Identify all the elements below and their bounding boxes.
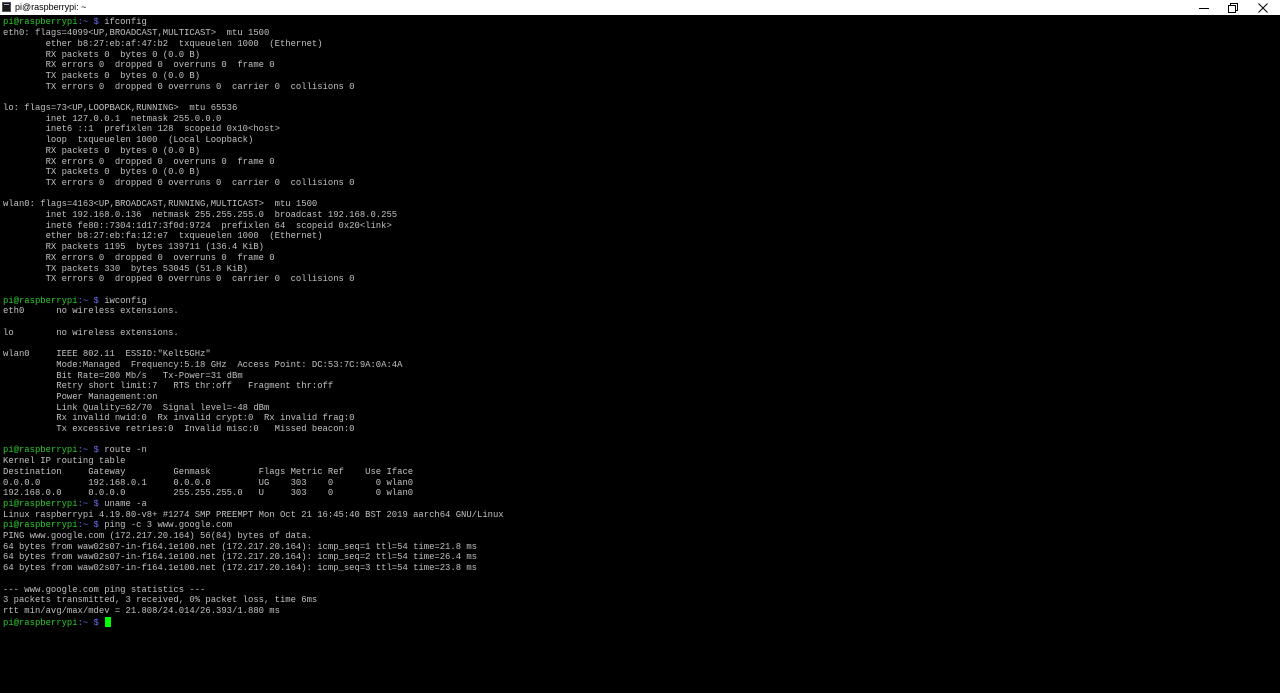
output-line: Power Management:on	[3, 391, 158, 402]
output-line: inet 192.168.0.136 netmask 255.255.255.0…	[3, 210, 398, 220]
output-line: wlan0 IEEE 802.11 ESSID:"Kelt5GHz"	[3, 349, 211, 360]
prompt-user: pi@raspberrypi	[3, 617, 78, 628]
output-line: RX packets 1195 bytes 139711 (136.4 KiB)	[3, 242, 264, 253]
prompt-path: :~ $	[77, 617, 99, 628]
prompt-line: pi@raspberrypi:~ $	[3, 616, 112, 628]
output-line: TX errors 0 dropped 0 overruns 0 carrier…	[3, 177, 355, 188]
prompt-line: pi@raspberrypi:~ $ ping -c 3 www.google.…	[3, 520, 232, 531]
output-line: Tx excessive retries:0 Invalid misc:0 Mi…	[3, 424, 355, 434]
command-text: uname -a	[98, 498, 147, 509]
output-line: 192.168.0.0 0.0.0.0 255.255.255.0 U 303 …	[3, 488, 414, 499]
output-line: TX errors 0 dropped 0 overruns 0 carrier…	[3, 81, 355, 92]
command-text	[99, 618, 104, 628]
output-line: TX packets 0 bytes 0 (0.0 B)	[3, 70, 201, 81]
output-line: loop txqueuelen 1000 (Local Loopback)	[3, 135, 254, 146]
command-text: ping -c 3 www.google.com	[98, 520, 233, 531]
command-text: iwconfig	[98, 295, 147, 306]
output-line: rtt min/avg/max/mdev = 21.808/24.014/26.…	[3, 605, 280, 616]
output-line: TX packets 330 bytes 53045 (51.8 KiB)	[3, 263, 248, 274]
output-line: RX errors 0 dropped 0 overruns 0 frame 0	[3, 60, 275, 71]
prompt-user: pi@raspberrypi	[3, 520, 78, 531]
terminal-app-icon	[2, 2, 11, 12]
prompt-path: :~ $	[77, 498, 99, 509]
output-line: PING www.google.com (172.217.20.164) 56(…	[3, 531, 312, 541]
prompt-user: pi@raspberrypi	[3, 17, 78, 28]
output-line: ether b8:27:eb:af:47:b2 txqueuelen 1000 …	[3, 38, 323, 49]
prompt-user: pi@raspberrypi	[3, 445, 78, 456]
output-line: Link Quality=62/70 Signal level=-48 dBm	[3, 402, 270, 413]
output-line: Destination Gateway Genmask Flags Metric…	[3, 466, 414, 477]
prompt-user: pi@raspberrypi	[3, 498, 78, 509]
window-titlebar[interactable]: pi@raspberrypi: ~	[0, 0, 1280, 15]
output-line: lo: flags=73<UP,LOOPBACK,RUNNING> mtu 65…	[3, 103, 238, 113]
prompt-line: pi@raspberrypi:~ $ uname -a	[3, 499, 147, 510]
command-text: route -n	[98, 445, 147, 456]
output-line: 64 bytes from waw02s07-in-f164.1e100.net…	[3, 563, 478, 574]
prompt-line: pi@raspberrypi:~ $ ifconfig	[3, 17, 147, 28]
output-line: Retry short limit:7 RTS thr:off Fragment…	[3, 381, 334, 392]
prompt-path: :~ $	[77, 17, 99, 28]
prompt-path: :~ $	[77, 445, 99, 456]
output-line: --- www.google.com ping statistics ---	[3, 584, 206, 595]
output-line: RX errors 0 dropped 0 overruns 0 frame 0	[3, 252, 275, 263]
terminal-output[interactable]: pi@raspberrypi:~ $ ifconfig eth0: flags=4…	[0, 15, 1280, 693]
output-line: inet6 fe80::7304:1d17:3f0d:9724 prefixle…	[3, 220, 392, 231]
output-line: RX packets 0 bytes 0 (0.0 B)	[3, 145, 201, 156]
output-line: RX packets 0 bytes 0 (0.0 B)	[3, 49, 201, 60]
output-line: lo no wireless extensions.	[3, 327, 179, 338]
prompt-line: pi@raspberrypi:~ $ route -n	[3, 445, 147, 456]
output-line: eth0: flags=4099<UP,BROADCAST,MULTICAST>…	[3, 28, 270, 39]
prompt-user: pi@raspberrypi	[3, 295, 78, 306]
restore-icon[interactable]	[1217, 0, 1249, 15]
close-icon[interactable]	[1247, 0, 1279, 15]
output-line: Rx invalid nwid:0 Rx invalid crypt:0 Rx …	[3, 413, 355, 424]
output-line: Kernel IP routing table	[3, 456, 126, 467]
output-line: inet 127.0.0.1 netmask 255.0.0.0	[3, 113, 222, 124]
output-line: wlan0: flags=4163<UP,BROADCAST,RUNNING,M…	[3, 199, 318, 210]
output-line: TX errors 0 dropped 0 overruns 0 carrier…	[3, 274, 355, 285]
output-line: 0.0.0.0 192.168.0.1 0.0.0.0 UG 303 0 0 w…	[3, 477, 414, 488]
output-line: Linux raspberrypi 4.19.80-v8+ #1274 SMP …	[3, 509, 504, 520]
output-line: RX errors 0 dropped 0 overruns 0 frame 0	[3, 156, 275, 167]
output-line: inet6 ::1 prefixlen 128 scopeid 0x10<hos…	[3, 124, 280, 135]
output-line: 3 packets transmitted, 3 received, 0% pa…	[3, 595, 318, 606]
output-line: 64 bytes from waw02s07-in-f164.1e100.net…	[3, 541, 478, 552]
output-line: Mode:Managed Frequency:5.18 GHz Access P…	[3, 359, 403, 370]
output-line: eth0 no wireless extensions.	[3, 306, 179, 317]
output-line: ether b8:27:eb:fa:12:e7 txqueuelen 1000 …	[3, 231, 323, 242]
text-cursor[interactable]	[105, 616, 112, 627]
output-line: Bit Rate=200 Mb/s Tx-Power=31 dBm	[3, 370, 243, 381]
minimize-icon[interactable]	[1188, 0, 1220, 15]
prompt-line: pi@raspberrypi:~ $ iwconfig	[3, 296, 147, 307]
window-title: pi@raspberrypi: ~	[15, 2, 87, 12]
prompt-path: :~ $	[77, 520, 99, 531]
command-text: ifconfig	[98, 17, 147, 28]
output-line: 64 bytes from waw02s07-in-f164.1e100.net…	[3, 552, 478, 563]
output-line: TX packets 0 bytes 0 (0.0 B)	[3, 167, 201, 178]
prompt-path: :~ $	[77, 295, 99, 306]
